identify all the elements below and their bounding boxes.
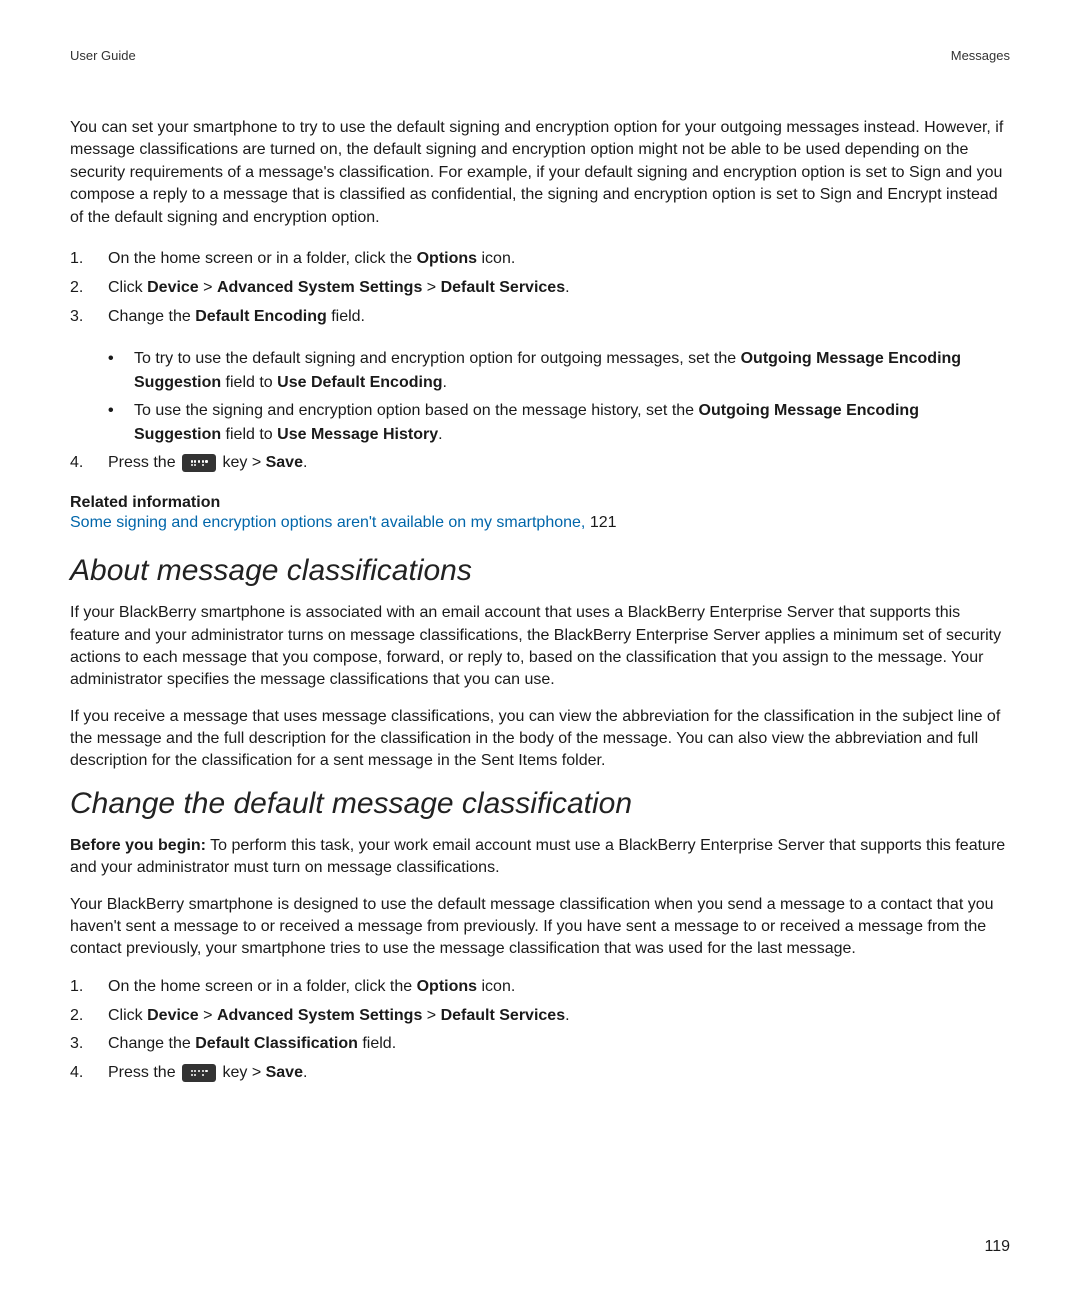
step-number: 3. bbox=[70, 305, 108, 330]
step-2: 2. Click Device > Advanced System Settin… bbox=[70, 1004, 1010, 1029]
step-number: 2. bbox=[70, 276, 108, 301]
bullet-text: To try to use the default signing and en… bbox=[134, 347, 1010, 395]
step-text: Click Device > Advanced System Settings … bbox=[108, 1004, 1010, 1029]
section2-para2: Your BlackBerry smartphone is designed t… bbox=[70, 894, 1010, 961]
related-link-line: Some signing and encryption options aren… bbox=[70, 514, 1010, 532]
step-3-sublist: • To try to use the default signing and … bbox=[108, 347, 1010, 447]
before-you-begin: Before you begin: To perform this task, … bbox=[70, 835, 1010, 880]
step-2: 2. Click Device > Advanced System Settin… bbox=[70, 276, 1010, 301]
steps-list-1: 1. On the home screen or in a folder, cl… bbox=[70, 247, 1010, 329]
step-text: Change the Default Encoding field. bbox=[108, 305, 1010, 330]
menu-key-icon bbox=[182, 1064, 216, 1082]
step-4: 4. Press the key > Save. bbox=[70, 1061, 1010, 1086]
step-number: 2. bbox=[70, 1004, 108, 1029]
step-1: 1. On the home screen or in a folder, cl… bbox=[70, 247, 1010, 272]
steps-list-2: 1. On the home screen or in a folder, cl… bbox=[70, 975, 1010, 1086]
step-text: Press the key > Save. bbox=[108, 451, 1010, 476]
step-text: Press the key > Save. bbox=[108, 1061, 1010, 1086]
related-info-heading: Related information bbox=[70, 494, 1010, 512]
header-right: Messages bbox=[951, 48, 1010, 63]
bullet-text: To use the signing and encryption option… bbox=[134, 399, 1010, 447]
step-number: 1. bbox=[70, 247, 108, 272]
step-text: Click Device > Advanced System Settings … bbox=[108, 276, 1010, 301]
intro-paragraph: You can set your smartphone to try to us… bbox=[70, 117, 1010, 229]
section-heading-change: Change the default message classificatio… bbox=[70, 787, 1010, 821]
page-number: 119 bbox=[984, 1238, 1010, 1256]
bullet-icon: • bbox=[108, 399, 134, 447]
section-heading-about: About message classifications bbox=[70, 554, 1010, 588]
bullet-icon: • bbox=[108, 347, 134, 395]
step-number: 4. bbox=[70, 1061, 108, 1086]
steps-list-1b: 4. Press the key > Save. bbox=[70, 451, 1010, 476]
related-link[interactable]: Some signing and encryption options aren… bbox=[70, 514, 590, 531]
menu-key-icon bbox=[182, 454, 216, 472]
sub-bullet-1: • To try to use the default signing and … bbox=[108, 347, 1010, 395]
step-text: Change the Default Classification field. bbox=[108, 1032, 1010, 1057]
related-page-ref: 121 bbox=[590, 514, 617, 531]
header-left: User Guide bbox=[70, 48, 136, 63]
page-header: User Guide Messages bbox=[70, 48, 1010, 63]
step-3: 3. Change the Default Encoding field. bbox=[70, 305, 1010, 330]
step-1: 1. On the home screen or in a folder, cl… bbox=[70, 975, 1010, 1000]
section1-para1: If your BlackBerry smartphone is associa… bbox=[70, 602, 1010, 692]
step-4: 4. Press the key > Save. bbox=[70, 451, 1010, 476]
step-text: On the home screen or in a folder, click… bbox=[108, 247, 1010, 272]
step-number: 4. bbox=[70, 451, 108, 476]
step-3: 3. Change the Default Classification fie… bbox=[70, 1032, 1010, 1057]
step-number: 3. bbox=[70, 1032, 108, 1057]
step-number: 1. bbox=[70, 975, 108, 1000]
sub-bullet-2: • To use the signing and encryption opti… bbox=[108, 399, 1010, 447]
step-text: On the home screen or in a folder, click… bbox=[108, 975, 1010, 1000]
section1-para2: If you receive a message that uses messa… bbox=[70, 706, 1010, 773]
